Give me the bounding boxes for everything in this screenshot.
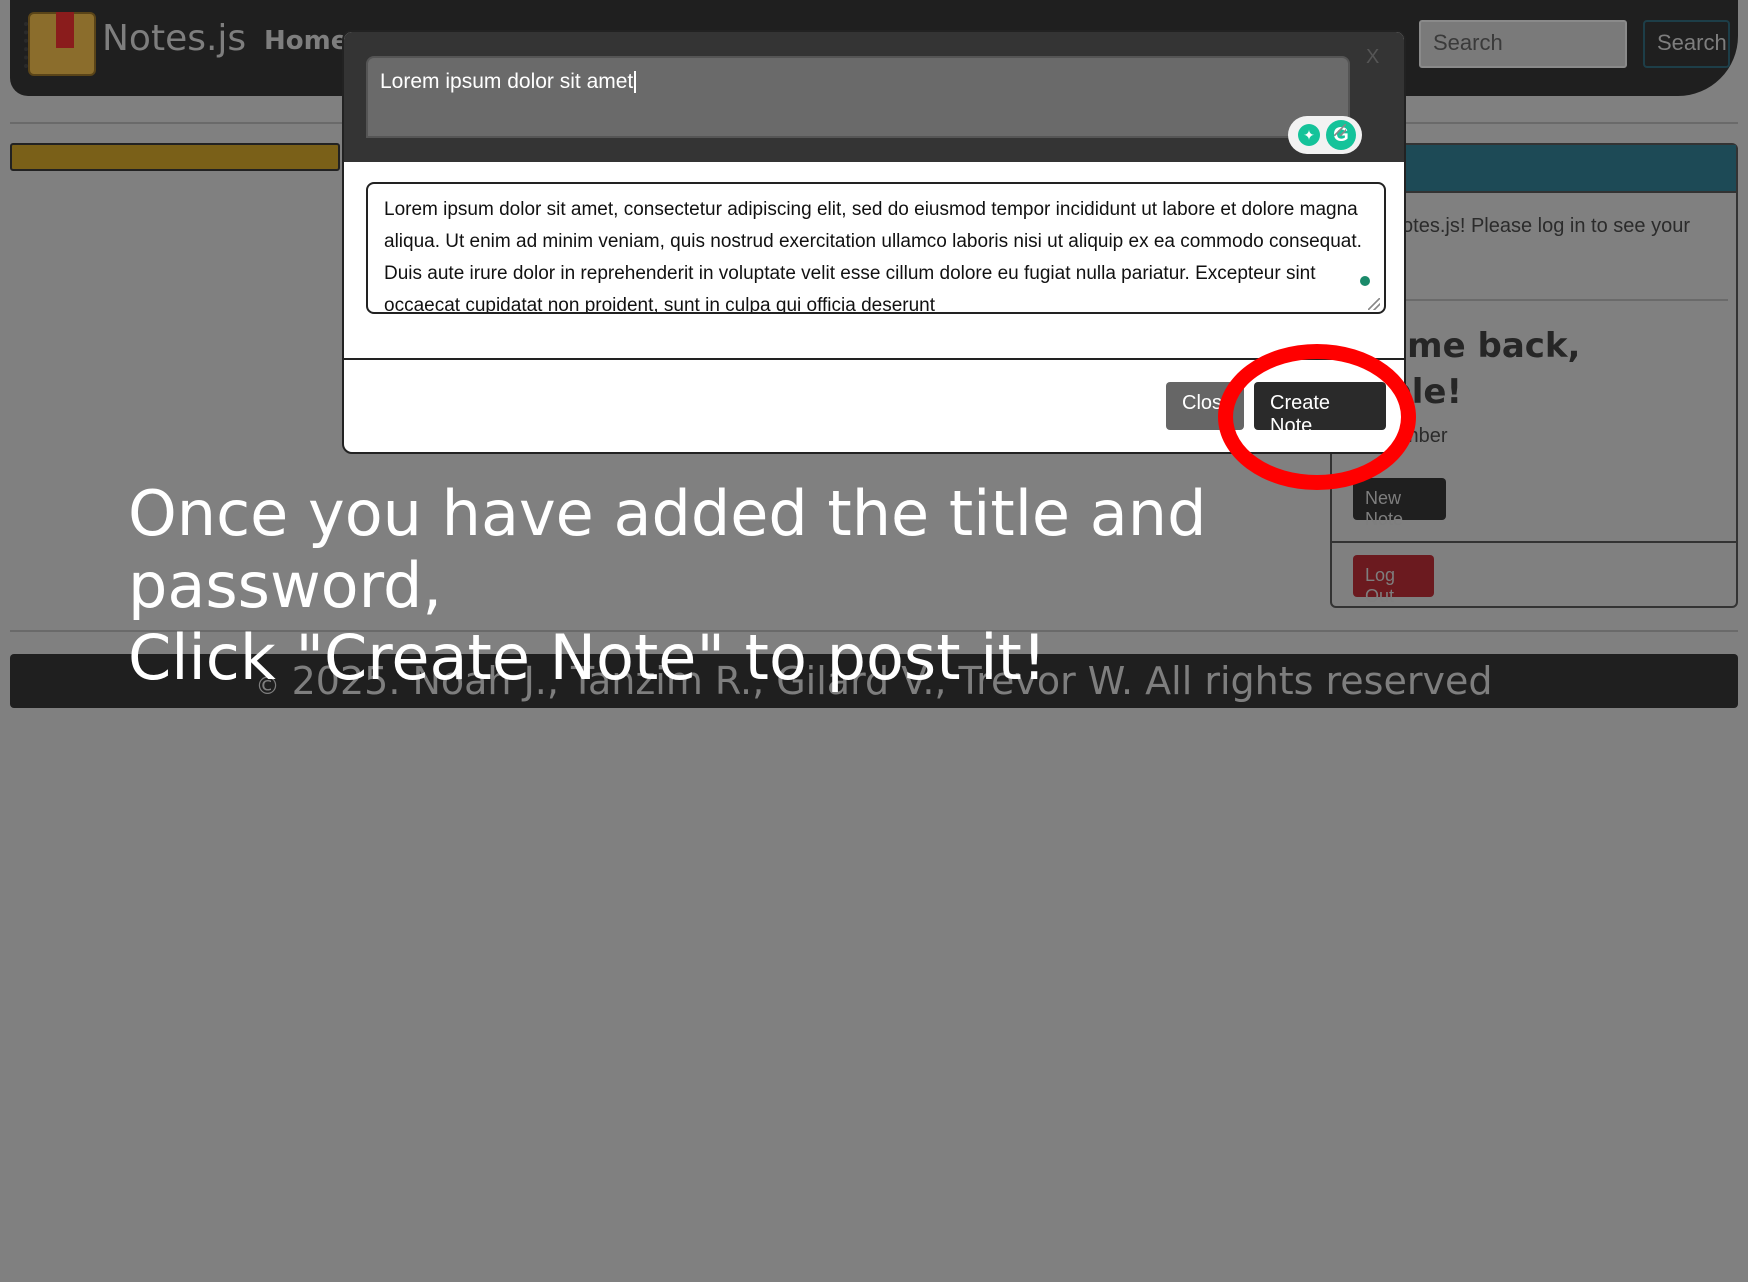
brand-name[interactable]: Notes.js <box>102 18 246 59</box>
card-split-line <box>1332 541 1736 543</box>
tutorial-caption: Once you have added the title and passwo… <box>128 478 1348 694</box>
grammarly-status-dot <box>1360 276 1370 286</box>
text-caret <box>634 71 637 94</box>
screen: Notes.js Home Search Search e to notes.j… <box>0 0 1748 1282</box>
caption-line-2: Click "Create Note" to post it! <box>128 621 1047 694</box>
note-body-value: Lorem ipsum dolor sit amet, consectetur … <box>384 199 1362 314</box>
resize-grip-icon[interactable] <box>1368 298 1380 310</box>
nav-link-home[interactable]: Home <box>264 26 348 56</box>
search-input[interactable]: Search <box>1419 20 1627 68</box>
note-title-value: Lorem ipsum dolor sit amet <box>380 70 634 93</box>
note-body-textarea[interactable]: Lorem ipsum dolor sit amet, consectetur … <box>366 182 1386 314</box>
account-message: e to notes.js! Please log in to see your <box>1352 215 1690 237</box>
notes-header-bar <box>10 143 340 171</box>
grammarly-bulb-icon[interactable]: ✦ <box>1298 124 1320 146</box>
resize-grip-icon[interactable] <box>1334 124 1346 136</box>
note-title-input[interactable]: Lorem ipsum dolor sit amet ✦ G <box>366 56 1362 154</box>
caption-line-1: Once you have added the title and passwo… <box>128 477 1207 622</box>
account-divider <box>1352 299 1728 301</box>
highlight-circle <box>1218 344 1416 490</box>
grammarly-widget[interactable]: ✦ G <box>1288 116 1362 154</box>
logout-button[interactable]: Log Out <box>1353 555 1434 606</box>
modal-footer-divider <box>344 358 1404 360</box>
notebook-logo-icon[interactable] <box>24 12 96 76</box>
new-note-button[interactable]: New Note <box>1353 478 1446 529</box>
modal-header: Lorem ipsum dolor sit amet ✦ G X <box>344 32 1404 162</box>
close-icon[interactable]: X <box>1366 46 1379 69</box>
welcome-line-1: lcome back, <box>1352 326 1581 366</box>
search-button[interactable]: Search <box>1643 20 1730 68</box>
